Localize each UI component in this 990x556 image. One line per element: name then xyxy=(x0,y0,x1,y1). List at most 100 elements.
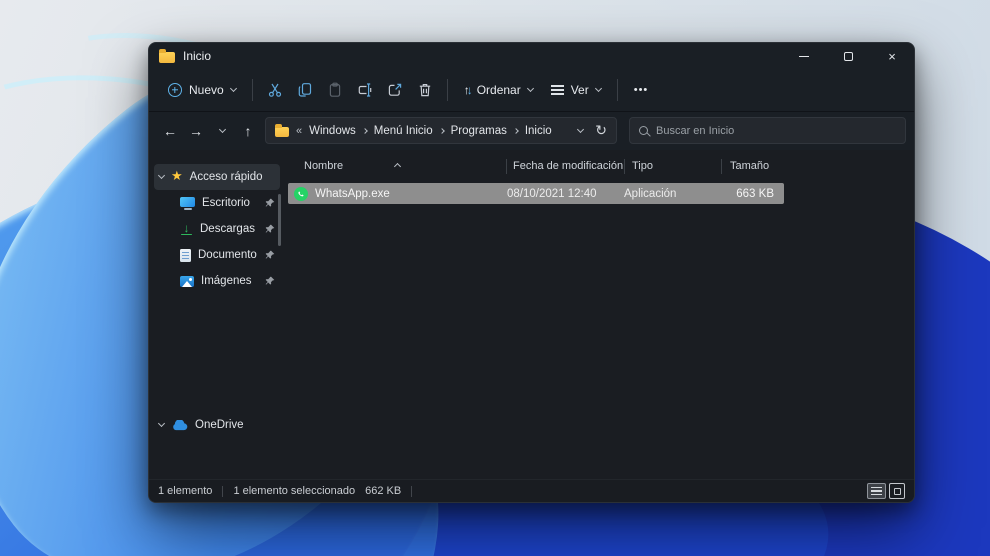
delete-button[interactable] xyxy=(410,76,440,104)
onedrive-cloud-icon xyxy=(171,420,188,431)
sort-arrows-icon: ↑↓ xyxy=(464,83,470,97)
refresh-icon[interactable]: ↻ xyxy=(595,122,607,139)
column-label: Tamaño xyxy=(730,160,769,172)
command-toolbar: Nuevo xyxy=(149,69,914,111)
close-icon: × xyxy=(888,49,896,64)
whatsapp-icon xyxy=(294,187,308,201)
sidebar-item-quick-access[interactable]: ★ Acceso rápido xyxy=(154,164,280,190)
view-label: Ver xyxy=(571,83,589,97)
file-row-whatsapp[interactable]: WhatsApp.exe 08/10/2021 12:40 Aplicación… xyxy=(288,183,784,204)
desktop-wallpaper: Inicio × Nuevo xyxy=(0,0,990,556)
details-view-toggle[interactable] xyxy=(867,483,886,499)
desktop-icon xyxy=(180,197,195,207)
address-bar[interactable]: « Windows Menú Inicio Programas Inicio ↻ xyxy=(265,117,617,144)
up-button[interactable]: ↑ xyxy=(235,118,261,144)
navigation-pane: ★ Acceso rápido Escritorio ↓ Descargas D… xyxy=(149,150,285,479)
file-modified: 08/10/2021 12:40 xyxy=(507,188,624,200)
new-label: Nuevo xyxy=(189,83,224,97)
file-name: WhatsApp.exe xyxy=(315,188,390,200)
column-label: Tipo xyxy=(632,160,653,172)
sidebar-item-label: Escritorio xyxy=(202,197,250,209)
column-header-nombre[interactable]: Nombre xyxy=(285,160,506,172)
sort-button[interactable]: ↑↓ Ordenar xyxy=(455,77,542,103)
copy-icon xyxy=(297,82,313,98)
pin-icon[interactable] xyxy=(265,198,275,208)
sidebar-item-label: Descargas xyxy=(200,223,255,235)
window-title: Inicio xyxy=(183,49,211,63)
large-icons-view-toggle[interactable] xyxy=(889,483,905,499)
chevron-down-icon xyxy=(595,85,602,92)
column-headers: Nombre Fecha de modificación Tipo Tamaño xyxy=(285,154,914,178)
breadcrumb-item-windows[interactable]: Windows xyxy=(309,125,356,137)
up-arrow-icon: ↑ xyxy=(245,123,252,139)
minimize-button[interactable] xyxy=(782,43,826,69)
column-label: Nombre xyxy=(304,160,343,172)
share-button[interactable] xyxy=(380,76,410,104)
view-list-icon xyxy=(551,85,564,95)
chevron-down-icon[interactable] xyxy=(158,420,165,427)
pictures-icon xyxy=(180,276,194,287)
paste-button[interactable] xyxy=(320,76,350,104)
status-bar: 1 elemento 1 elemento seleccionado 662 K… xyxy=(149,479,914,502)
breadcrumb-item-inicio[interactable]: Inicio xyxy=(525,125,552,137)
rename-button[interactable] xyxy=(350,76,380,104)
share-icon xyxy=(387,82,403,98)
minimize-icon xyxy=(799,56,809,57)
copy-button[interactable] xyxy=(290,76,320,104)
pin-icon[interactable] xyxy=(265,250,275,260)
sidebar-scrollbar[interactable] xyxy=(278,194,281,246)
search-input[interactable] xyxy=(656,125,896,137)
sidebar-item-onedrive[interactable]: OneDrive xyxy=(154,412,280,438)
downloads-icon: ↓ xyxy=(180,223,193,236)
folder-icon xyxy=(275,127,289,137)
column-header-tipo[interactable]: Tipo xyxy=(625,160,721,172)
chevron-down-icon[interactable] xyxy=(158,172,165,179)
documents-icon xyxy=(180,249,191,262)
sidebar-item-imagenes[interactable]: Imágenes xyxy=(154,268,280,294)
status-divider xyxy=(222,486,223,497)
breadcrumb-item-menu-inicio[interactable]: Menú Inicio xyxy=(374,125,433,137)
forward-button[interactable]: → xyxy=(183,118,209,144)
column-label: Fecha de modificación xyxy=(513,160,623,172)
breadcrumb-chevron-icon xyxy=(439,128,445,134)
cut-button[interactable] xyxy=(260,76,290,104)
column-header-tamano[interactable]: Tamaño xyxy=(722,160,784,172)
search-icon xyxy=(639,126,648,135)
chevron-down-icon xyxy=(230,85,237,92)
recent-locations-button[interactable] xyxy=(209,118,235,144)
pin-icon[interactable] xyxy=(265,224,275,234)
pin-icon[interactable] xyxy=(265,276,275,286)
view-button[interactable]: Ver xyxy=(542,77,610,103)
close-button[interactable]: × xyxy=(870,43,914,69)
title-bar[interactable]: Inicio × xyxy=(149,43,914,69)
chevron-down-icon xyxy=(218,125,225,132)
more-ellipsis-icon: ••• xyxy=(634,84,649,96)
selection-size: 662 KB xyxy=(365,485,401,497)
more-options-button[interactable]: ••• xyxy=(625,78,658,102)
sidebar-item-documentos[interactable]: Documento xyxy=(154,242,280,268)
breadcrumb-collapse-icon[interactable]: « xyxy=(296,125,302,137)
content-area: ★ Acceso rápido Escritorio ↓ Descargas D… xyxy=(149,150,914,479)
maximize-button[interactable] xyxy=(826,43,870,69)
address-dropdown-icon[interactable] xyxy=(577,125,584,132)
chevron-down-icon xyxy=(527,85,534,92)
breadcrumb-item-programas[interactable]: Programas xyxy=(451,125,507,137)
toolbar-divider xyxy=(447,79,448,101)
new-plus-icon xyxy=(168,83,182,97)
sidebar-item-descargas[interactable]: ↓ Descargas xyxy=(154,216,280,242)
maximize-icon xyxy=(844,52,853,61)
search-box[interactable] xyxy=(629,117,906,144)
new-button[interactable]: Nuevo xyxy=(159,77,245,103)
back-button[interactable]: ← xyxy=(157,118,183,144)
toolbar-divider xyxy=(252,79,253,101)
sidebar-item-escritorio[interactable]: Escritorio xyxy=(154,190,280,216)
folder-icon xyxy=(159,52,175,63)
breadcrumb-chevron-icon xyxy=(513,128,519,134)
trash-icon xyxy=(417,82,433,98)
file-list: Nombre Fecha de modificación Tipo Tamaño xyxy=(285,150,914,479)
sidebar-spacer xyxy=(149,294,285,412)
items-count: 1 elemento xyxy=(158,485,212,497)
paste-icon xyxy=(327,82,343,98)
column-header-fecha[interactable]: Fecha de modificación xyxy=(507,160,624,172)
sidebar-item-label: Documento xyxy=(198,249,257,261)
